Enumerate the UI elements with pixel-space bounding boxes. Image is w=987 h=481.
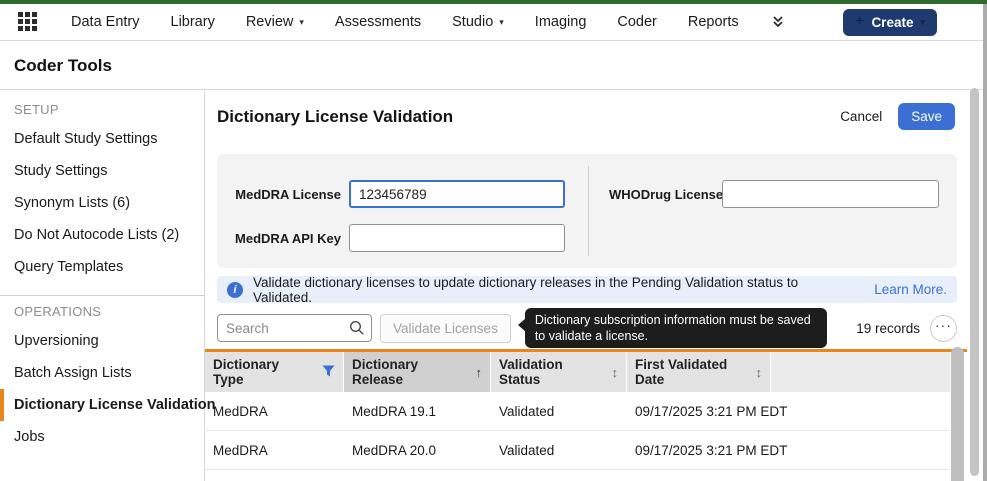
sidebar-item-default-study-settings[interactable]: Default Study Settings (0, 123, 204, 155)
form-row-meddra-api-key: MedDRA API Key (231, 224, 572, 252)
nav-item-assessments[interactable]: Assessments (335, 14, 421, 30)
main-title: Dictionary License Validation (217, 107, 453, 127)
cell-dictionary-type: MedDRA (205, 443, 344, 458)
sidebar-section-operations-title: OPERATIONS (0, 296, 204, 325)
form-column-whodrug: WHODrug License (589, 166, 943, 256)
sort-icon[interactable]: ↕ (612, 365, 619, 380)
form-column-meddra: MedDRA License MedDRA API Key (231, 166, 589, 256)
records-count: 19 records (856, 321, 920, 336)
learn-more-link[interactable]: Learn More. (874, 282, 947, 297)
nav-item-label: Coder (617, 14, 657, 30)
form-row-whodrug-license: WHODrug License (609, 180, 943, 208)
validate-tooltip: Dictionary subscription information must… (525, 308, 827, 349)
nav-item-label: Assessments (335, 14, 421, 30)
search-icon (349, 320, 365, 341)
app-grid-icon[interactable] (18, 12, 38, 32)
nav-item-library[interactable]: Library (171, 14, 215, 30)
column-header-dictionary-release[interactable]: Dictionary Release ↑ (344, 352, 491, 392)
column-label: Dictionary Type (213, 357, 313, 387)
cell-dictionary-release: MedDRA 20.0 (344, 443, 491, 458)
column-label: Validation Status (499, 357, 603, 387)
sidebar-item-study-settings[interactable]: Study Settings (0, 155, 204, 187)
column-header-validation-status[interactable]: Validation Status ↕ (491, 352, 627, 392)
create-button-label: Create (871, 15, 913, 30)
main-header: Dictionary License Validation Cancel Sav… (217, 103, 955, 130)
column-header-dictionary-type[interactable]: Dictionary Type (205, 352, 344, 392)
meddra-api-key-field[interactable] (349, 224, 565, 252)
column-label: Dictionary Release (352, 357, 467, 387)
nav-item-label: Library (171, 14, 215, 30)
nav-item-label: Data Entry (71, 14, 140, 30)
sidebar-item-batch-assign-lists[interactable]: Batch Assign Lists (0, 357, 204, 389)
cell-validation-status: Validated (491, 404, 627, 419)
cancel-button[interactable]: Cancel (840, 109, 882, 124)
column-header-first-validated-date[interactable]: First Validated Date ↕ (627, 352, 771, 392)
page-title: Coder Tools (0, 41, 987, 89)
cell-dictionary-type: MedDRA (205, 404, 344, 419)
dictionary-table: Dictionary Type Dictionary Release ↑ Val… (205, 352, 950, 481)
more-options-button[interactable]: ··· (930, 315, 957, 342)
search-box (217, 314, 372, 342)
nav-item-label: Imaging (535, 14, 587, 30)
nav-item-label: Studio (452, 14, 493, 30)
nav-item-reports[interactable]: Reports (688, 14, 739, 30)
chevron-down-icon: ▾ (499, 18, 504, 27)
sidebar-item-upversioning[interactable]: Upversioning (0, 325, 204, 357)
whodrug-license-field[interactable] (722, 180, 939, 208)
nav-item-label: Review (246, 14, 294, 30)
app-window: Data Entry Library Review ▾ Assessments S… (0, 0, 987, 481)
table-header-row: Dictionary Type Dictionary Release ↑ Val… (205, 352, 950, 392)
chevron-down-icon: ▾ (920, 18, 925, 27)
meddra-api-key-label: MedDRA API Key (231, 231, 341, 246)
create-button[interactable]: + Create ▾ (843, 9, 937, 36)
info-icon: i (227, 282, 243, 298)
filter-icon[interactable] (322, 365, 335, 380)
nav-item-data-entry[interactable]: Data Entry (71, 14, 140, 30)
cell-first-validated-date: 09/17/2025 3:21 PM EDT (627, 443, 771, 458)
content-area: SETUP Default Study Settings Study Setti… (0, 89, 987, 481)
sidebar-item-jobs[interactable]: Jobs (0, 421, 204, 453)
nav-overflow-double-chevron-icon[interactable] (770, 14, 786, 30)
cell-first-validated-date: 09/17/2025 3:21 PM EDT (627, 404, 771, 419)
info-banner: i Validate dictionary licenses to update… (217, 276, 957, 303)
column-label: First Validated Date (635, 357, 747, 387)
save-button[interactable]: Save (898, 103, 955, 130)
nav-item-label: Reports (688, 14, 739, 30)
validate-licenses-button[interactable]: Validate Licenses (380, 314, 511, 343)
sidebar: SETUP Default Study Settings Study Setti… (0, 90, 205, 481)
sidebar-item-dictionary-license-validation[interactable]: Dictionary License Validation (0, 389, 204, 421)
column-header-filler (771, 352, 950, 392)
sidebar-item-do-not-autocode-lists[interactable]: Do Not Autocode Lists (2) (0, 219, 204, 251)
meddra-license-field[interactable] (349, 180, 565, 208)
window-scrollbar-edge (983, 4, 987, 481)
meddra-license-label: MedDRA License (231, 187, 341, 202)
nav-item-studio[interactable]: Studio ▾ (452, 14, 504, 30)
table-toolbar: Validate Licenses Dictionary subscriptio… (217, 313, 957, 343)
nav-item-review[interactable]: Review ▾ (246, 14, 304, 30)
form-row-meddra-license: MedDRA License (231, 180, 572, 208)
table-row: MedDRA MedDRA 19.1 Validated 09/17/2025 … (205, 392, 950, 431)
main-panel: Dictionary License Validation Cancel Sav… (205, 90, 987, 481)
plus-icon: + (855, 14, 864, 30)
whodrug-license-label: WHODrug License (609, 187, 714, 202)
sidebar-item-query-templates[interactable]: Query Templates (0, 251, 204, 283)
nav-item-imaging[interactable]: Imaging (535, 14, 587, 30)
table-scrollbar-thumb[interactable] (951, 347, 964, 481)
sort-ascending-icon[interactable]: ↑ (476, 365, 483, 380)
cell-validation-status: Validated (491, 443, 627, 458)
top-navbar: Data Entry Library Review ▾ Assessments S… (0, 4, 987, 41)
sidebar-item-synonym-lists[interactable]: Synonym Lists (6) (0, 187, 204, 219)
cell-dictionary-release: MedDRA 19.1 (344, 404, 491, 419)
sidebar-section-setup-title: SETUP (0, 94, 204, 123)
sort-icon[interactable]: ↕ (756, 365, 763, 380)
license-form-panel: MedDRA License MedDRA API Key WHODrug Li… (217, 154, 957, 268)
info-banner-text: Validate dictionary licenses to update d… (253, 275, 846, 305)
table-row: MedDRA MedDRA 20.1 Validated 09/17/2025 … (205, 470, 950, 481)
table-row: MedDRA MedDRA 20.0 Validated 09/17/2025 … (205, 431, 950, 470)
chevron-down-icon: ▾ (299, 18, 304, 27)
nav-item-coder[interactable]: Coder (617, 14, 657, 30)
page-scrollbar-thumb[interactable] (970, 88, 979, 476)
